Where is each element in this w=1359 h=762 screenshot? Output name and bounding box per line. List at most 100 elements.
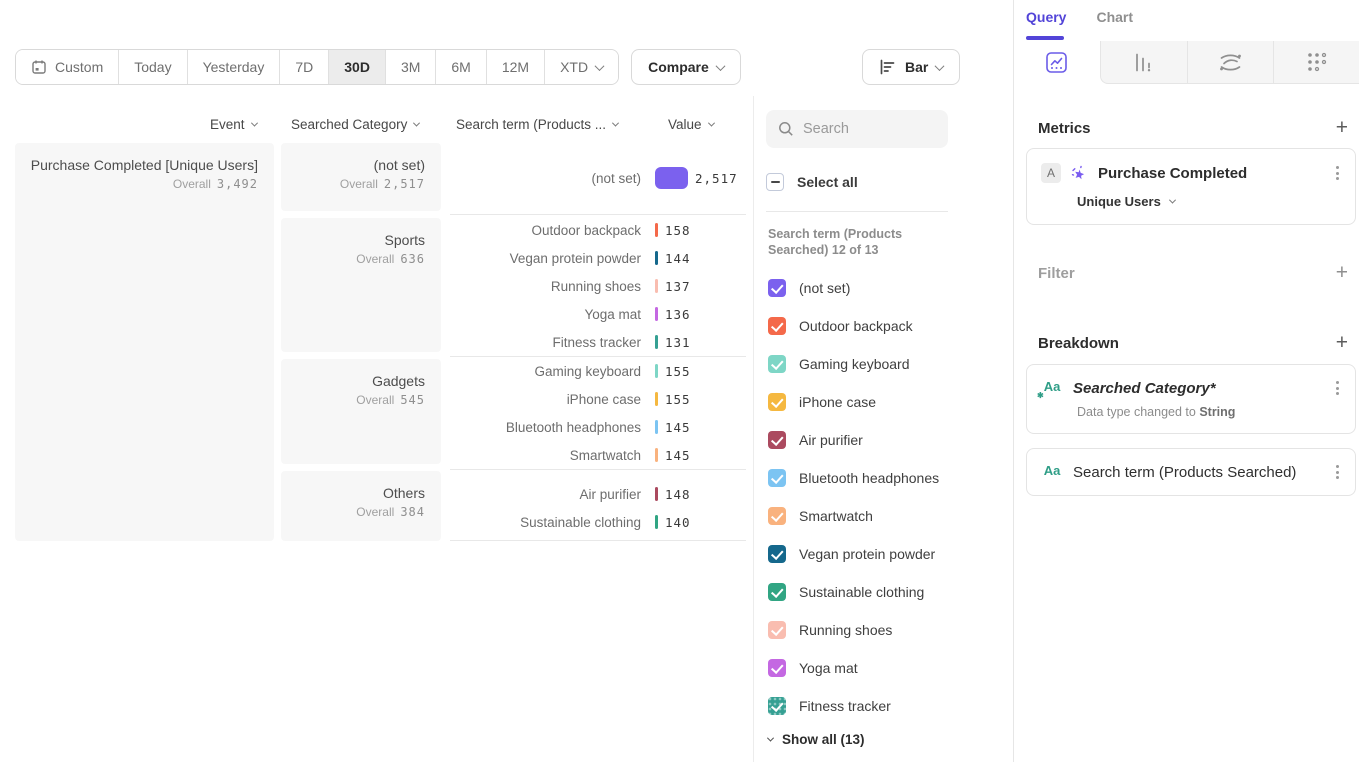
table-row[interactable]: Vegan protein powder 144: [450, 244, 746, 272]
select-all-checkbox[interactable]: [766, 173, 784, 191]
date-range-custom[interactable]: Custom: [16, 50, 119, 84]
list-item[interactable]: Bluetooth headphones: [768, 466, 939, 490]
kebab-menu-icon[interactable]: [1334, 463, 1341, 481]
breakdown-card[interactable]: Aa Search term (Products Searched): [1026, 448, 1356, 496]
date-range-today[interactable]: Today: [119, 50, 187, 84]
measure-selector[interactable]: Unique Users: [1027, 183, 1355, 224]
column-header-searched-category[interactable]: Searched Category: [291, 117, 419, 132]
select-all-row[interactable]: Select all: [766, 173, 858, 191]
column-header-search-term[interactable]: Search term (Products ...: [456, 117, 618, 132]
checkbox-checked[interactable]: [768, 279, 786, 297]
chevron-down-icon: [1169, 197, 1176, 204]
funnels-icon: [1132, 51, 1155, 74]
category-cell-sports[interactable]: Sports Overall636: [281, 218, 441, 352]
table-row[interactable]: Yoga mat 136: [450, 300, 746, 328]
tab-insights[interactable]: [1014, 41, 1100, 84]
show-all-link[interactable]: Show all (13): [768, 732, 865, 747]
checkbox-checked[interactable]: [768, 317, 786, 335]
checkbox-checked[interactable]: [768, 659, 786, 677]
add-filter-button[interactable]: +: [1336, 264, 1348, 282]
metric-card[interactable]: A Purchase Completed Unique Users: [1026, 148, 1356, 225]
value-bar: [655, 515, 658, 529]
series-badge: A: [1041, 163, 1061, 183]
breakdown-property-name: Search term (Products Searched): [1073, 464, 1324, 481]
table-row[interactable]: Smartwatch 145: [450, 441, 746, 469]
compare-button[interactable]: Compare: [631, 49, 741, 85]
list-item[interactable]: (not set): [768, 276, 939, 300]
group-separator: [450, 214, 746, 215]
date-range-xtd[interactable]: XTD: [545, 50, 618, 84]
bar-chart-icon: [879, 59, 897, 75]
date-range-30d[interactable]: 30D: [329, 50, 386, 84]
tab-query[interactable]: Query: [1026, 9, 1066, 29]
search-box[interactable]: [766, 110, 948, 148]
list-item[interactable]: Running shoes: [768, 618, 939, 642]
list-item[interactable]: Outdoor backpack: [768, 314, 939, 338]
search-icon: [778, 121, 794, 137]
checkbox-checked[interactable]: [768, 621, 786, 639]
checkbox-checked[interactable]: [768, 431, 786, 449]
checkbox-checked[interactable]: [768, 469, 786, 487]
add-metric-button[interactable]: +: [1336, 119, 1348, 137]
table-row[interactable]: Running shoes 137: [450, 272, 746, 300]
event-name: Purchase Completed [Unique Users]: [15, 157, 258, 173]
data-type-note: Data type changed to String: [1027, 397, 1355, 433]
list-item[interactable]: iPhone case: [768, 390, 939, 414]
indeterminate-icon: [771, 181, 780, 183]
table-row[interactable]: Sustainable clothing 140: [450, 508, 746, 536]
value-bar: [655, 279, 658, 293]
date-range-6m[interactable]: 6M: [436, 50, 486, 84]
column-header-value[interactable]: Value: [668, 117, 714, 132]
tab-chart[interactable]: Chart: [1096, 9, 1133, 29]
kebab-menu-icon[interactable]: [1334, 379, 1341, 397]
checkbox-checked[interactable]: [768, 393, 786, 411]
metric-event-name: Purchase Completed: [1098, 165, 1324, 182]
event-overall: Overall3,492: [15, 177, 258, 191]
column-header-event[interactable]: Event: [210, 117, 257, 132]
date-range-12m[interactable]: 12M: [487, 50, 545, 84]
list-item[interactable]: Air purifier: [768, 428, 939, 452]
table-row[interactable]: iPhone case 155: [450, 385, 746, 413]
table-row[interactable]: Bluetooth headphones 145: [450, 413, 746, 441]
search-input[interactable]: [803, 121, 933, 137]
metrics-section-header: Metrics +: [1038, 119, 1348, 137]
table-row[interactable]: Fitness tracker 131: [450, 328, 746, 356]
category-cell-not-set[interactable]: (not set) Overall2,517: [281, 143, 441, 211]
date-range-3m[interactable]: 3M: [386, 50, 436, 84]
value-bar: [655, 223, 658, 237]
checkbox-checked[interactable]: [768, 355, 786, 373]
value-bar: [655, 167, 688, 189]
checkbox-checked[interactable]: [768, 697, 786, 715]
value-bar: [655, 448, 658, 462]
table-row[interactable]: Gaming keyboard 155: [450, 357, 746, 385]
filter-title: Filter: [1038, 265, 1075, 282]
list-item[interactable]: Yoga mat: [768, 656, 939, 680]
list-item[interactable]: Fitness tracker: [768, 694, 939, 718]
event-cell[interactable]: Purchase Completed [Unique Users] Overal…: [15, 143, 274, 541]
chevron-down-icon: [767, 735, 774, 742]
segment-list-label: Search term (Products Searched) 12 of 13: [768, 226, 948, 258]
checkbox-checked[interactable]: [768, 545, 786, 563]
date-range-7d[interactable]: 7D: [280, 50, 329, 84]
tab-retention[interactable]: [1273, 41, 1359, 84]
tab-flows[interactable]: [1187, 41, 1274, 84]
category-cell-gadgets[interactable]: Gadgets Overall545: [281, 359, 441, 464]
kebab-menu-icon[interactable]: [1334, 164, 1341, 182]
category-cell-others[interactable]: Others Overall384: [281, 471, 441, 541]
value-bar: [655, 307, 658, 321]
table-row[interactable]: Air purifier 148: [450, 480, 746, 508]
breakdown-card[interactable]: Aa✱ Searched Category* Data type changed…: [1026, 364, 1356, 434]
list-item[interactable]: Vegan protein powder: [768, 542, 939, 566]
checkbox-checked[interactable]: [768, 583, 786, 601]
tab-funnels[interactable]: [1100, 41, 1187, 84]
checkbox-checked[interactable]: [768, 507, 786, 525]
list-item[interactable]: Sustainable clothing: [768, 580, 939, 604]
list-item[interactable]: Smartwatch: [768, 504, 939, 528]
chart-type-selector[interactable]: Bar: [862, 49, 960, 85]
divider: [766, 211, 948, 212]
table-row[interactable]: Outdoor backpack 158: [450, 216, 746, 244]
list-item[interactable]: Gaming keyboard: [768, 352, 939, 376]
add-breakdown-button[interactable]: +: [1336, 334, 1348, 352]
date-range-yesterday[interactable]: Yesterday: [188, 50, 281, 84]
table-row[interactable]: (not set) 2,517: [450, 164, 746, 192]
